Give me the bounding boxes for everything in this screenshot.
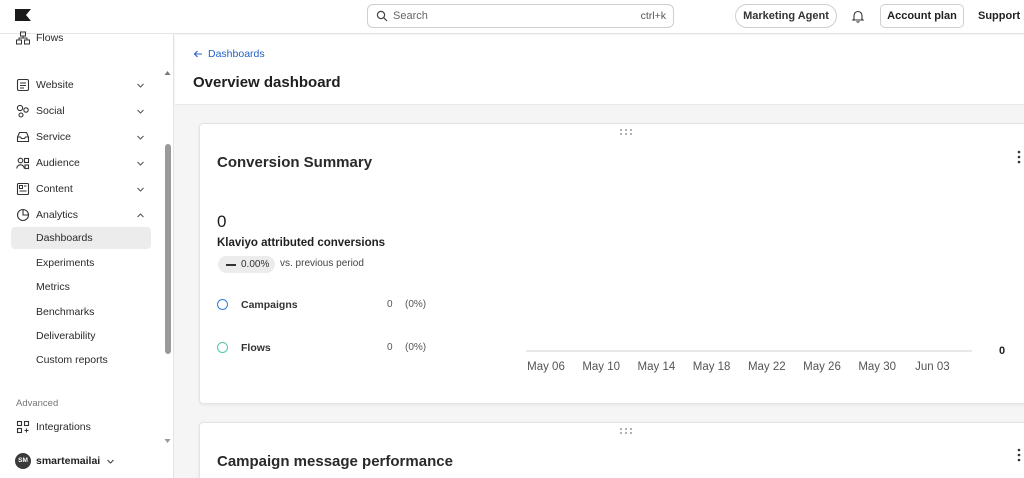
card-title: Campaign message performance xyxy=(217,453,453,470)
sidebar-subitem-label: Deliverability xyxy=(36,330,96,342)
chevron-down-icon xyxy=(137,135,144,140)
card-title: Conversion Summary xyxy=(217,154,373,171)
dash-icon xyxy=(226,264,236,266)
more-options-icon[interactable] xyxy=(1017,448,1021,462)
chevron-down-icon xyxy=(137,83,144,88)
website-icon xyxy=(16,78,30,92)
sidebar-item-label: Service xyxy=(36,131,72,143)
sidebar-subitem-label: Benchmarks xyxy=(36,306,95,318)
legend-count: 0 xyxy=(387,299,393,310)
legend-row-campaigns: Campaigns 0 (0%) xyxy=(217,297,437,313)
sidebar-scrollbar-thumb[interactable] xyxy=(165,144,171,354)
legend-count: 0 xyxy=(387,342,393,353)
sidebar-item-label: Website xyxy=(36,79,74,91)
legend-row-flows: Flows 0 (0%) xyxy=(217,340,437,356)
sidebar-item-label: Analytics xyxy=(36,209,79,221)
integrations-icon xyxy=(16,420,30,434)
chevron-down-icon xyxy=(137,187,144,192)
sidebar-item-service[interactable]: Service xyxy=(16,127,151,147)
account-plan-button[interactable]: Account plan xyxy=(880,4,964,28)
chevron-down-icon xyxy=(137,109,144,114)
conversion-chart: May 06 May 10 May 14 May 18 May 22 May 26 May … xyxy=(526,350,972,373)
legend-percent: (0%) xyxy=(405,299,427,310)
search-placeholder: Search xyxy=(393,10,428,22)
sidebar-subitem-deliverability[interactable]: Deliverability xyxy=(11,325,151,347)
sidebar-item-content[interactable]: Content xyxy=(16,179,151,199)
legend-name: Campaigns xyxy=(241,299,298,311)
sidebar-item-social[interactable]: Social xyxy=(16,101,151,121)
page-title: Overview dashboard xyxy=(193,74,341,91)
advanced-section-label: Advanced xyxy=(16,398,59,409)
page-header xyxy=(175,35,1024,105)
chevron-down-icon xyxy=(137,161,144,166)
sidebar-item-label: Social xyxy=(36,105,65,117)
sidebar-subitem-benchmarks[interactable]: Benchmarks xyxy=(11,301,151,323)
delta-value: 0.00% xyxy=(241,259,270,270)
drag-handle-icon[interactable] xyxy=(619,427,633,435)
sidebar-item-integrations[interactable]: Integrations xyxy=(16,417,151,437)
sidebar-item-audience[interactable]: Audience xyxy=(16,153,151,173)
sidebar-subitem-custom-reports[interactable]: Custom reports xyxy=(11,349,151,371)
analytics-icon xyxy=(16,208,30,222)
flows-legend-dot-icon xyxy=(217,342,228,353)
support-link[interactable]: Support xyxy=(978,10,1020,22)
x-tick-label: May 06 xyxy=(527,361,565,373)
sidebar-subitem-experiments[interactable]: Experiments xyxy=(11,252,151,274)
breadcrumb[interactable]: Dashboards xyxy=(208,48,265,60)
klaviyo-logo-icon[interactable] xyxy=(15,9,31,21)
sidebar-item-label: Flows xyxy=(36,32,64,44)
chart-end-value: 0 xyxy=(999,345,1006,357)
search-shortcut: ctrl+k xyxy=(640,10,666,22)
x-tick-label: May 14 xyxy=(638,361,676,373)
metric-label: Klaviyo attributed conversions xyxy=(217,237,386,249)
sidebar-item-analytics[interactable]: Analytics xyxy=(16,205,151,225)
search-icon xyxy=(376,10,388,22)
sidebar-subitem-label: Metrics xyxy=(36,281,70,293)
sidebar-subitem-label: Experiments xyxy=(36,257,95,269)
sidebar-item-website[interactable]: Website xyxy=(16,75,151,95)
sidebar-subitem-label: Dashboards xyxy=(36,232,93,244)
sidebar: Flows Website Social Service Audience Co… xyxy=(0,31,174,478)
x-tick-label: Jun 03 xyxy=(915,361,950,373)
sidebar-subitem-metrics[interactable]: Metrics xyxy=(11,276,151,298)
social-icon xyxy=(16,104,29,118)
chevron-up-icon xyxy=(137,213,144,218)
delta-badge: 0.00% xyxy=(218,256,275,273)
marketing-agent-button[interactable]: Marketing Agent xyxy=(735,4,837,28)
avatar[interactable]: SM xyxy=(15,453,31,469)
x-tick-label: May 22 xyxy=(748,361,786,373)
content-icon xyxy=(16,182,30,196)
flows-icon xyxy=(16,31,30,45)
account-name[interactable]: smartemailai xyxy=(36,455,100,467)
scroll-up-arrow-icon[interactable] xyxy=(164,70,171,76)
x-tick-label: May 18 xyxy=(693,361,731,373)
inbox-icon xyxy=(16,131,30,143)
campaigns-legend-dot-icon xyxy=(217,299,228,310)
sidebar-item-label: Content xyxy=(36,183,73,195)
notifications-bell-icon[interactable] xyxy=(851,9,865,23)
people-icon xyxy=(16,157,30,170)
sidebar-item-label: Integrations xyxy=(36,421,91,433)
chevron-down-icon[interactable] xyxy=(106,457,115,466)
sidebar-subitem-label: Custom reports xyxy=(36,354,108,366)
top-bar: Search ctrl+k Marketing Agent Account pl… xyxy=(0,0,1024,34)
search-input[interactable]: Search ctrl+k xyxy=(367,4,674,28)
sidebar-subitem-dashboards[interactable]: Dashboards xyxy=(11,227,151,249)
drag-handle-icon[interactable] xyxy=(619,128,633,136)
scroll-down-arrow-icon[interactable] xyxy=(164,438,171,444)
sidebar-item-label: Audience xyxy=(36,157,80,169)
legend-name: Flows xyxy=(241,342,271,354)
sidebar-item-flows[interactable]: Flows xyxy=(16,28,151,48)
comparison-label: vs. previous period xyxy=(280,258,364,269)
x-tick-label: May 30 xyxy=(858,361,896,373)
legend-percent: (0%) xyxy=(405,342,427,353)
x-tick-label: May 26 xyxy=(803,361,841,373)
more-options-icon[interactable] xyxy=(1017,150,1021,164)
arrow-left-icon[interactable] xyxy=(193,49,203,59)
total-conversions-value: 0 xyxy=(217,212,227,231)
x-tick-label: May 10 xyxy=(582,361,620,373)
